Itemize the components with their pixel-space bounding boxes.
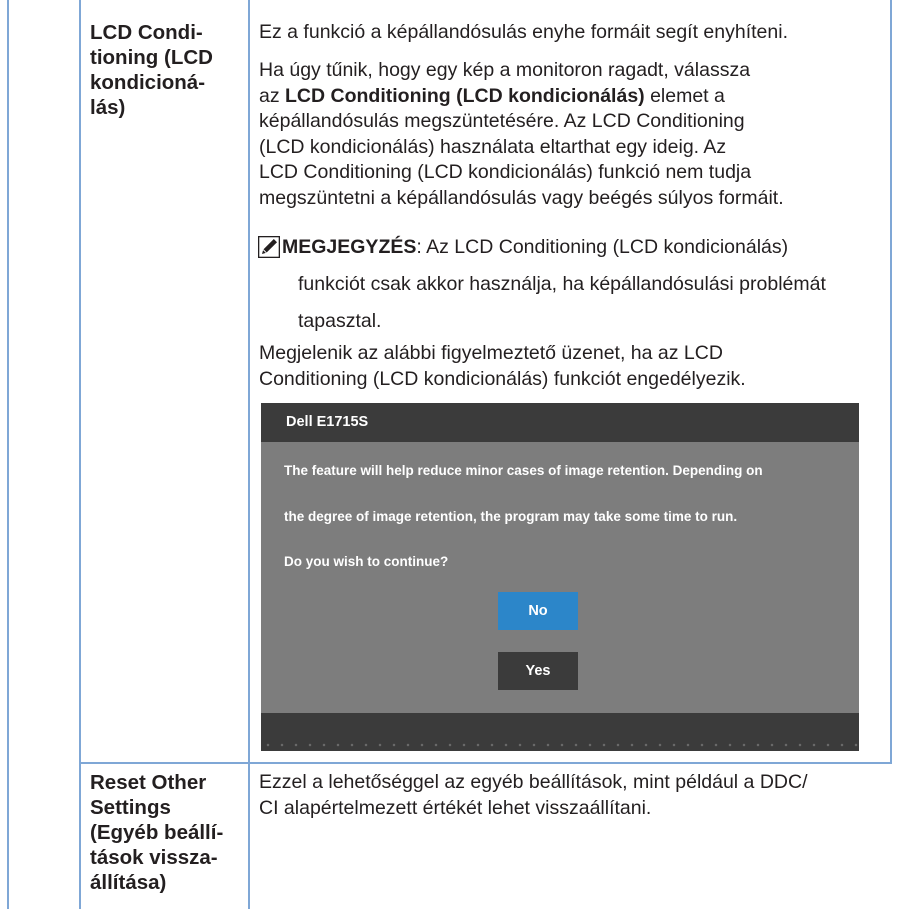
text-fragment: elemet a bbox=[644, 84, 725, 107]
osd-message-line: the degree of image retention, the progr… bbox=[284, 509, 738, 524]
text-line: megszüntetni a képállandósulás vagy beég… bbox=[259, 186, 784, 209]
table-col2-divider bbox=[248, 0, 250, 909]
osd-message-line: Do you wish to continue? bbox=[284, 554, 449, 569]
pencil-note-icon bbox=[258, 236, 280, 258]
no-button[interactable]: No bbox=[498, 592, 578, 630]
text-fragment: az bbox=[259, 84, 286, 107]
table-left-border bbox=[7, 0, 9, 909]
osd-bottom-bar bbox=[261, 713, 859, 751]
text-line: MEGJEGYZÉS: Az LCD Conditioning (LCD kon… bbox=[282, 235, 788, 261]
table-col1-divider bbox=[79, 0, 81, 909]
text-line: CI alapértelmezett értékét lehet visszaá… bbox=[259, 796, 652, 819]
osd-message-line: The feature will help reduce minor cases… bbox=[284, 463, 763, 478]
text-line: Conditioning (LCD kondicionálás) funkció… bbox=[259, 367, 746, 390]
text-line: Megjelenik az alábbi figyelmeztető üzene… bbox=[259, 342, 723, 364]
label-line: állítása) bbox=[90, 871, 167, 894]
label-line: kondicioná- bbox=[90, 71, 206, 94]
table-right-border bbox=[890, 0, 892, 762]
text-line: LCD Conditioning (LCD kondicionálás) fun… bbox=[259, 161, 752, 183]
lcd-intro-text: Ez a funkció a képállandósulás enyhe for… bbox=[259, 21, 788, 43]
label-line: (Egyéb beállí- bbox=[90, 821, 224, 844]
label-line: Reset Other bbox=[90, 771, 207, 794]
text-line: funkciót csak akkor használja, ha képáll… bbox=[298, 273, 826, 295]
table-row-divider bbox=[79, 762, 892, 764]
note-label: MEGJEGYZÉS bbox=[282, 236, 417, 258]
text-line: az LCD Conditioning (LCD kondicionálás) … bbox=[259, 84, 784, 110]
lcd-conditioning-bold-term: LCD Conditioning (LCD kondicionálás) bbox=[285, 84, 645, 107]
note-continuation: funkciót csak akkor használja, ha képáll… bbox=[298, 272, 826, 334]
row-label-reset-other-settings: Reset Other Settings (Egyéb beállí- táso… bbox=[90, 770, 223, 895]
label-line: LCD Condi- bbox=[90, 21, 203, 44]
label-line: tások vissza- bbox=[90, 846, 218, 869]
label-line: Settings bbox=[90, 796, 171, 819]
warning-intro-paragraph: Megjelenik az alábbi figyelmeztető üzene… bbox=[259, 341, 746, 392]
row-label-lcd-conditioning: LCD Condi- tioning (LCD kondicioná- lás) bbox=[90, 20, 213, 120]
osd-titlebar: Dell E1715S bbox=[261, 403, 859, 442]
osd-dotted-divider bbox=[261, 743, 859, 747]
text-line: (LCD kondicionálás) használata eltarthat… bbox=[259, 135, 727, 158]
yes-button[interactable]: Yes bbox=[498, 652, 578, 690]
text-fragment: : Az LCD Conditioning (LCD kondicionálás… bbox=[416, 236, 789, 258]
label-line: tioning (LCD bbox=[90, 46, 213, 69]
note-block: MEGJEGYZÉS: Az LCD Conditioning (LCD kon… bbox=[282, 235, 788, 261]
text-line: Ha úgy tűnik, hogy egy kép a monitoron r… bbox=[259, 59, 751, 81]
reset-description-paragraph: Ezzel a lehetőséggel az egyéb beállításo… bbox=[259, 770, 808, 821]
osd-title: Dell E1715S bbox=[286, 414, 369, 430]
label-line: lás) bbox=[90, 96, 126, 119]
osd-warning-dialog: Dell E1715S The feature will help reduce… bbox=[261, 403, 859, 751]
text-line: tapasztal. bbox=[298, 309, 382, 332]
text-line: Ezzel a lehetőséggel az egyéb beállításo… bbox=[259, 771, 808, 793]
text-line: képállandósulás megszüntetésére. Az LCD … bbox=[259, 110, 745, 132]
lcd-description-paragraph: Ha úgy tűnik, hogy egy kép a monitoron r… bbox=[259, 58, 784, 211]
